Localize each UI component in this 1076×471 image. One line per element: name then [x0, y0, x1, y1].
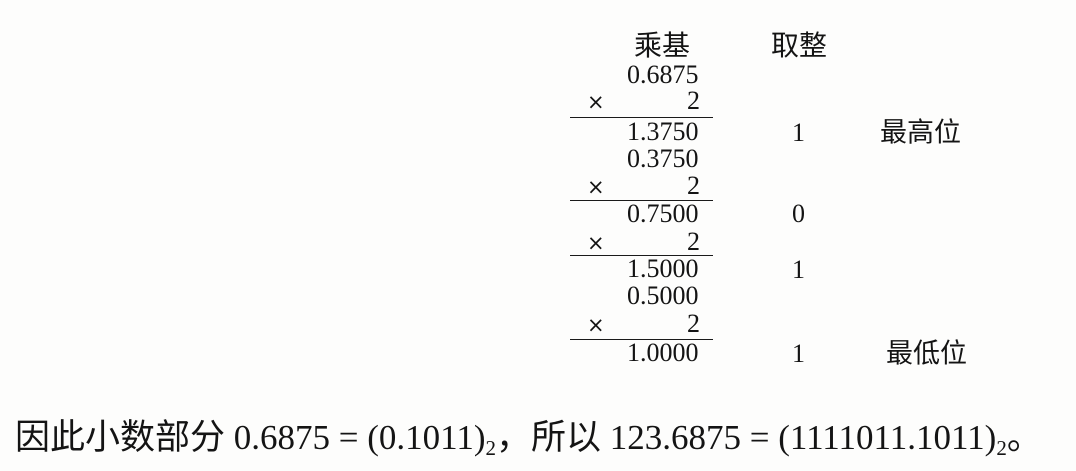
integer-digit: 1	[792, 339, 805, 369]
conclusion-text-3: 。	[1006, 417, 1042, 457]
base-multiplier: 2	[687, 227, 700, 257]
base-subscript: 2	[485, 436, 497, 461]
multiplicand: 0.5000	[627, 281, 699, 311]
integer-digit: 1	[792, 255, 805, 285]
product: 1.5000	[627, 254, 699, 284]
base-subscript: 2	[996, 436, 1007, 461]
header-take-integer: 取整	[771, 30, 828, 62]
multiplicand: 0.3750	[627, 144, 699, 174]
document-page: 乘基 取整 0.6875 × 2 1.3750 1 最高位 0.3750 × 2…	[0, 0, 1076, 471]
least-significant-note: 最低位	[886, 338, 967, 369]
times-sign: ×	[587, 89, 605, 114]
product: 1.0000	[627, 338, 699, 368]
times-sign: ×	[587, 312, 605, 337]
times-sign: ×	[587, 230, 605, 255]
conclusion-text-1: 因此小数部分 0.6875 = (0.1011)	[15, 417, 486, 457]
product: 0.7500	[627, 199, 699, 229]
base-multiplier: 2	[687, 309, 700, 339]
integer-digit: 0	[792, 199, 805, 229]
base-multiplier: 2	[687, 86, 700, 116]
times-sign: ×	[587, 174, 605, 199]
integer-digit: 1	[792, 118, 805, 148]
conclusion-text-2: ，所以 123.6875 = (1111011.1011)	[496, 417, 997, 457]
base-multiplier: 2	[687, 171, 700, 201]
conclusion-sentence: 因此小数部分 0.6875 = (0.1011)2，所以 123.6875 = …	[15, 417, 1042, 461]
header-multiply-base: 乘基	[634, 30, 691, 62]
most-significant-note: 最高位	[880, 117, 961, 148]
product: 1.3750	[627, 117, 699, 147]
